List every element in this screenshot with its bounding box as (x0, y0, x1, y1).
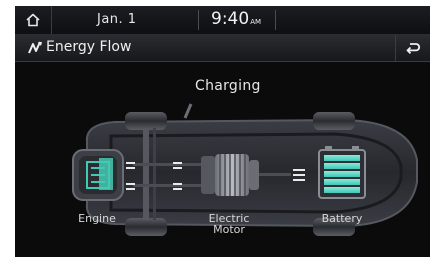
status-divider (198, 10, 199, 30)
motor-label-line2: Motor (213, 223, 245, 236)
status-time: 9:40 (211, 9, 250, 29)
wheel-front-bottom (125, 218, 167, 236)
battery-label: Battery (321, 212, 363, 225)
status-date: Jan. 1 (97, 12, 137, 27)
motor-battery-line (259, 173, 291, 176)
status-clock: 9:40AM (211, 9, 261, 29)
energy-flow-panel: Charging Engine Electric Motor Battery (15, 62, 430, 257)
status-bar: Jan. 1 9:40AM (15, 6, 430, 35)
drive-shaft-lower (133, 184, 203, 187)
status-ampm: AM (250, 18, 262, 26)
battery-graphic (318, 146, 366, 199)
head-unit-screen: Jan. 1 9:40AM Energy Flow Charging Engin… (15, 6, 430, 257)
wheel-rear-top (313, 112, 355, 130)
electric-motor-label: Electric Motor (199, 213, 259, 235)
wheel-front-top (125, 112, 167, 130)
front-axle-shaft (153, 128, 156, 220)
flow-arrows-battery (293, 169, 305, 181)
front-axle (143, 128, 149, 220)
status-divider (275, 10, 276, 30)
title-bar: Energy Flow (15, 35, 430, 62)
antenna (183, 103, 193, 119)
home-button[interactable] (15, 6, 52, 34)
engine-label: Engine (78, 212, 116, 225)
back-icon (406, 43, 421, 54)
engine-graphic (72, 149, 124, 201)
energy-flow-icon (28, 41, 42, 54)
page-title: Energy Flow (46, 39, 132, 55)
flow-state-label: Charging (195, 78, 261, 94)
drive-shaft-upper (133, 163, 203, 166)
back-button[interactable] (395, 35, 430, 61)
home-icon (26, 13, 40, 27)
